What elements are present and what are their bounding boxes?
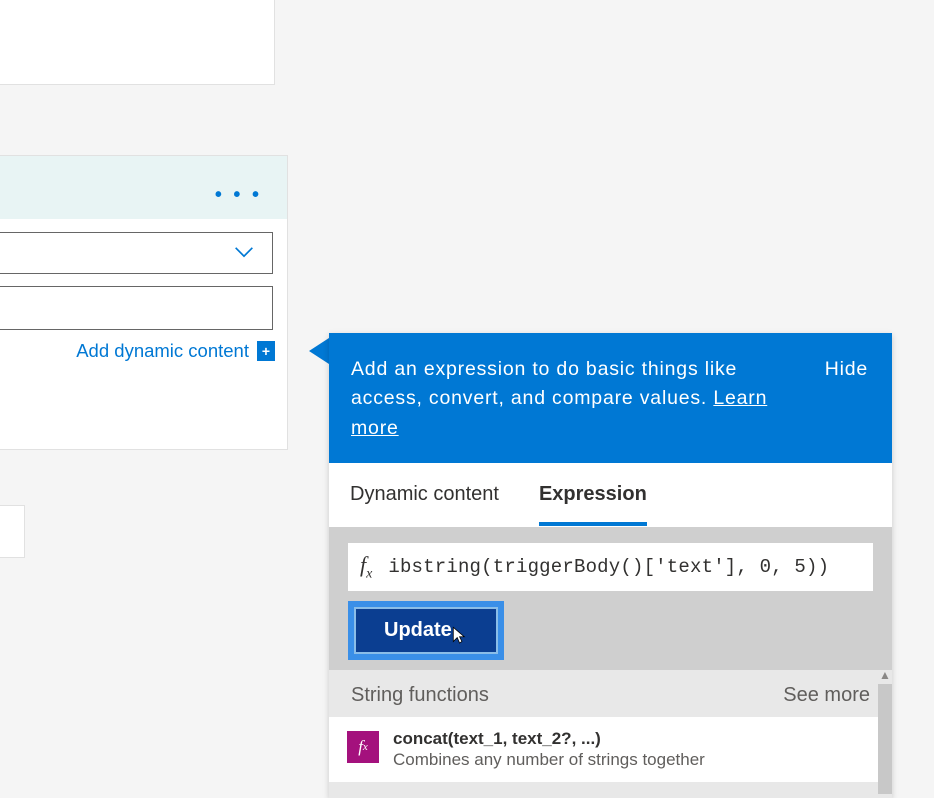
action-card: • • • Add dynamic content + xyxy=(0,155,288,450)
function-item-concat[interactable]: fx concat(text_1, text_2?, ...) Combines… xyxy=(329,717,892,782)
function-title: concat(text_1, text_2?, ...) xyxy=(393,729,705,749)
add-dynamic-content-link[interactable]: Add dynamic content + xyxy=(76,340,275,362)
tab-expression[interactable]: Expression xyxy=(539,483,647,526)
update-button-highlight: Update xyxy=(348,601,504,660)
flyout-header-text: Add an expression to do basic things lik… xyxy=(351,355,781,443)
fx-badge-icon: fx xyxy=(347,731,379,763)
add-dynamic-content-label: Add dynamic content xyxy=(76,340,249,362)
flyout-tabs: Dynamic content Expression xyxy=(329,463,892,527)
hide-link[interactable]: Hide xyxy=(825,355,868,384)
functions-spacer xyxy=(329,782,892,798)
partial-card-bottom xyxy=(0,505,25,558)
action-card-header: • • • xyxy=(0,156,287,219)
functions-section-header: String functions See more xyxy=(329,670,892,717)
text-input[interactable] xyxy=(0,286,273,330)
expression-flyout: Add an expression to do basic things lik… xyxy=(329,333,892,798)
expression-input-area: fx ibstring(triggerBody()['text'], 0, 5)… xyxy=(329,527,892,670)
update-button[interactable]: Update xyxy=(354,607,498,654)
more-icon[interactable]: • • • xyxy=(215,184,262,207)
chevron-down-icon xyxy=(234,245,254,264)
expression-input[interactable]: fx ibstring(triggerBody()['text'], 0, 5)… xyxy=(348,543,873,591)
plus-icon: + xyxy=(257,341,275,361)
expression-value: ibstring(triggerBody()['text'], 0, 5)) xyxy=(388,556,829,578)
callout-arrow-icon xyxy=(309,338,329,364)
tab-dynamic-content[interactable]: Dynamic content xyxy=(350,483,499,526)
section-title: String functions xyxy=(351,684,489,707)
partial-card-top xyxy=(0,0,275,85)
cursor-icon xyxy=(448,625,468,647)
flyout-header: Add an expression to do basic things lik… xyxy=(329,333,892,463)
dropdown-field[interactable] xyxy=(0,232,273,274)
update-button-label: Update xyxy=(384,619,452,642)
flyout-header-sentence: Add an expression to do basic things lik… xyxy=(351,358,737,409)
see-more-link[interactable]: See more xyxy=(783,684,870,707)
scroll-up-icon[interactable]: ▲ xyxy=(879,668,891,680)
scrollbar-thumb[interactable] xyxy=(878,684,892,794)
fx-icon: fx xyxy=(360,552,372,582)
